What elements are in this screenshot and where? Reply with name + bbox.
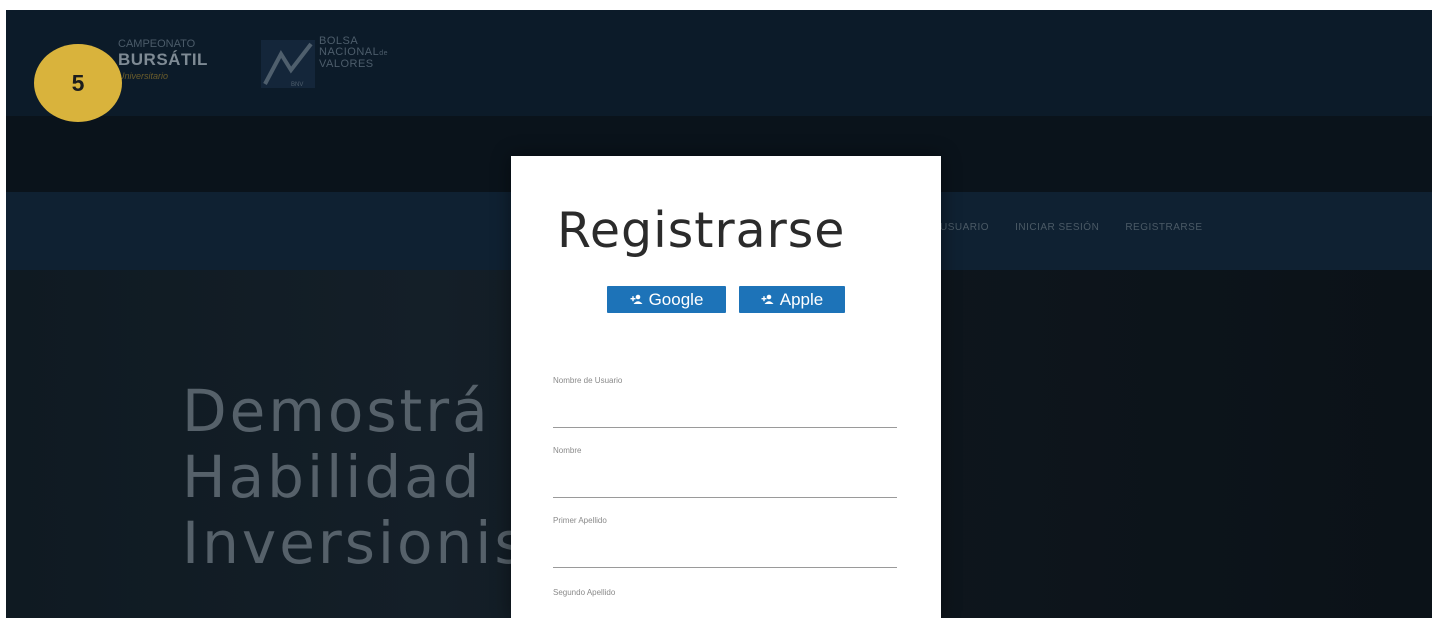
logo-line-3: Universitario xyxy=(118,71,169,81)
first-surname-field: Primer Apellido xyxy=(553,516,897,568)
bolsa-line-2-suffix: de xyxy=(379,50,389,57)
chart-mark-icon: BNV xyxy=(261,40,315,88)
add-user-icon xyxy=(761,294,774,305)
field-underline xyxy=(553,567,897,568)
google-button-label: Google xyxy=(648,289,704,309)
top-header: CAMPEONATO BURSÁTIL Universitario BNV BO… xyxy=(6,10,1432,116)
field-underline xyxy=(553,427,897,428)
username-input[interactable] xyxy=(553,392,897,418)
second-surname-label: Segundo Apellido xyxy=(553,588,616,597)
name-input[interactable] xyxy=(553,462,897,488)
google-signup-button[interactable]: Google xyxy=(607,286,726,313)
bolsa-line-2-main: NACIONAL xyxy=(319,46,380,58)
bolsa-line-3: VALORES xyxy=(319,58,374,70)
nav-item-registrarse[interactable]: REGISTRARSE xyxy=(1125,222,1202,233)
apple-button-label: Apple xyxy=(779,289,824,309)
field-underline xyxy=(553,497,897,498)
campeonato-logo[interactable]: CAMPEONATO BURSÁTIL Universitario xyxy=(118,38,218,98)
bolsa-logo[interactable]: BNV BOLSA NACIONALde VALORES xyxy=(261,36,431,92)
first-surname-input[interactable] xyxy=(553,532,897,558)
logo-line-1: CAMPEONATO xyxy=(118,38,196,50)
logo-line-2: BURSÁTIL xyxy=(118,50,208,69)
hero-line-3: Inversionis xyxy=(182,509,528,577)
nav-item-usuario[interactable]: USUARIO xyxy=(940,222,989,233)
apple-signup-button[interactable]: Apple xyxy=(739,286,845,313)
username-label: Nombre de Usuario xyxy=(553,376,623,385)
hero-line-1: Demostrá xyxy=(182,377,491,445)
logo-mark-text: BNV xyxy=(291,82,303,88)
username-field: Nombre de Usuario xyxy=(553,376,897,428)
second-surname-input[interactable] xyxy=(553,604,897,618)
nav-item-iniciar-sesion[interactable]: INICIAR SESIÓN xyxy=(1015,222,1099,233)
step-badge: 5 xyxy=(34,44,122,122)
second-surname-field: Segundo Apellido xyxy=(553,588,897,618)
bolsa-logo-text: BOLSA NACIONALde VALORES xyxy=(319,36,388,70)
first-surname-label: Primer Apellido xyxy=(553,516,607,525)
nav-menu: USUARIO INICIAR SESIÓN REGISTRARSE xyxy=(940,222,1203,233)
name-field: Nombre xyxy=(553,446,897,498)
register-modal: Registrarse Google Apple Nombre de Usuar… xyxy=(511,156,941,618)
add-user-icon xyxy=(630,294,643,305)
hero-line-2: Habilidad xyxy=(182,443,483,511)
modal-title: Registrarse xyxy=(557,202,846,259)
name-label: Nombre xyxy=(553,446,582,455)
